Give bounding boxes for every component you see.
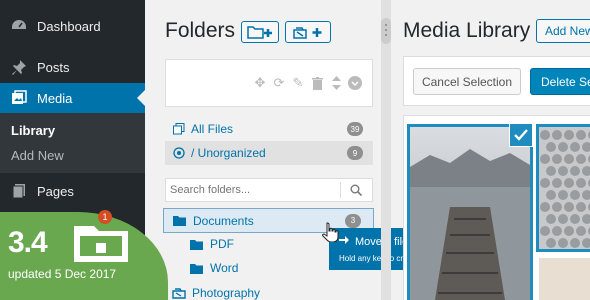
media-library-title: Media Library bbox=[403, 19, 531, 42]
folder-label: PDF bbox=[210, 237, 234, 251]
trash-icon[interactable] bbox=[310, 75, 324, 91]
media-submenu: Library Add New bbox=[0, 113, 145, 173]
menu-item-pages[interactable]: Pages bbox=[0, 176, 145, 206]
unorganized-count: 9 bbox=[347, 146, 363, 160]
selected-checkmark-icon[interactable] bbox=[509, 123, 533, 147]
media-thumbnail-lake[interactable] bbox=[407, 124, 533, 300]
copy-icon bbox=[172, 123, 186, 135]
folder-label: Word bbox=[210, 261, 239, 275]
sort-icon[interactable] bbox=[329, 75, 343, 91]
folders-title: Folders bbox=[165, 19, 236, 42]
menu-item-dashboard[interactable]: Dashboard bbox=[0, 11, 145, 41]
arrow-right-icon bbox=[339, 235, 349, 248]
menu-item-media[interactable]: Media bbox=[0, 83, 145, 113]
all-files-label: All Files bbox=[191, 122, 234, 136]
delete-selected-button[interactable]: Delete Selected bbox=[530, 68, 590, 95]
splitter-grip-icon[interactable] bbox=[381, 18, 391, 44]
media-thumbnail-partial[interactable] bbox=[539, 258, 590, 300]
folder-plus-icon bbox=[247, 26, 272, 39]
category-plus-icon bbox=[293, 27, 322, 39]
media-thumbnail-bubbles[interactable] bbox=[536, 124, 590, 252]
folder-icon bbox=[190, 263, 204, 274]
menu-item-label: Pages bbox=[37, 183, 74, 199]
folder-icon bbox=[190, 239, 204, 250]
folder-word[interactable]: Word bbox=[190, 257, 238, 279]
chevron-down-icon[interactable] bbox=[348, 75, 362, 91]
submenu-item-library[interactable]: Library bbox=[11, 123, 55, 138]
panel-splitter[interactable] bbox=[381, 0, 391, 300]
folder-toolbar: ✥ ⟳ ✎ bbox=[165, 59, 373, 107]
menu-item-label: Media bbox=[37, 90, 73, 106]
submenu-item-add-new[interactable]: Add New bbox=[11, 148, 64, 163]
move-icon[interactable]: ✥ bbox=[253, 75, 267, 91]
cancel-selection-button[interactable]: Cancel Selection bbox=[413, 68, 521, 95]
all-files-count: 39 bbox=[347, 122, 363, 136]
folder-search bbox=[165, 178, 373, 202]
folder-icon bbox=[74, 226, 128, 262]
media-icon bbox=[9, 88, 29, 108]
search-divider bbox=[340, 182, 341, 198]
folder-pdf[interactable]: PDF bbox=[190, 233, 234, 255]
folder-label: Documents bbox=[193, 213, 254, 228]
dashboard-icon bbox=[9, 16, 29, 36]
folder-icon bbox=[173, 215, 187, 226]
menu-item-posts[interactable]: Posts bbox=[0, 52, 145, 82]
category-folder-icon bbox=[172, 287, 186, 299]
menu-item-label: Posts bbox=[37, 59, 70, 75]
active-menu-arrow bbox=[137, 90, 145, 106]
version-number: 3.4 bbox=[8, 226, 48, 259]
target-icon bbox=[172, 147, 186, 159]
folder-label: Photography bbox=[192, 286, 261, 300]
add-category-button[interactable] bbox=[285, 21, 331, 43]
folder-count: 3 bbox=[345, 213, 361, 228]
comments-count-badge: 1 bbox=[98, 210, 112, 224]
edit-icon[interactable]: ✎ bbox=[291, 75, 305, 91]
pages-icon bbox=[9, 181, 29, 201]
hand-cursor-icon bbox=[322, 222, 339, 242]
search-folders-input[interactable] bbox=[166, 184, 336, 196]
add-folder-button[interactable] bbox=[241, 21, 279, 43]
search-icon[interactable] bbox=[350, 184, 362, 196]
unorganized-label: / Unorganized bbox=[191, 146, 266, 160]
pin-icon bbox=[9, 57, 29, 77]
updated-date: updated 5 Dec 2017 bbox=[8, 267, 117, 281]
folder-photography[interactable]: Photography bbox=[172, 282, 260, 300]
refresh-icon[interactable]: ⟳ bbox=[272, 75, 286, 91]
menu-item-label: Dashboard bbox=[37, 18, 101, 34]
unorganized-item[interactable]: / Unorganized 9 bbox=[165, 141, 373, 165]
all-files-item[interactable]: All Files 39 bbox=[165, 117, 373, 141]
add-new-button[interactable]: Add New bbox=[536, 19, 590, 43]
